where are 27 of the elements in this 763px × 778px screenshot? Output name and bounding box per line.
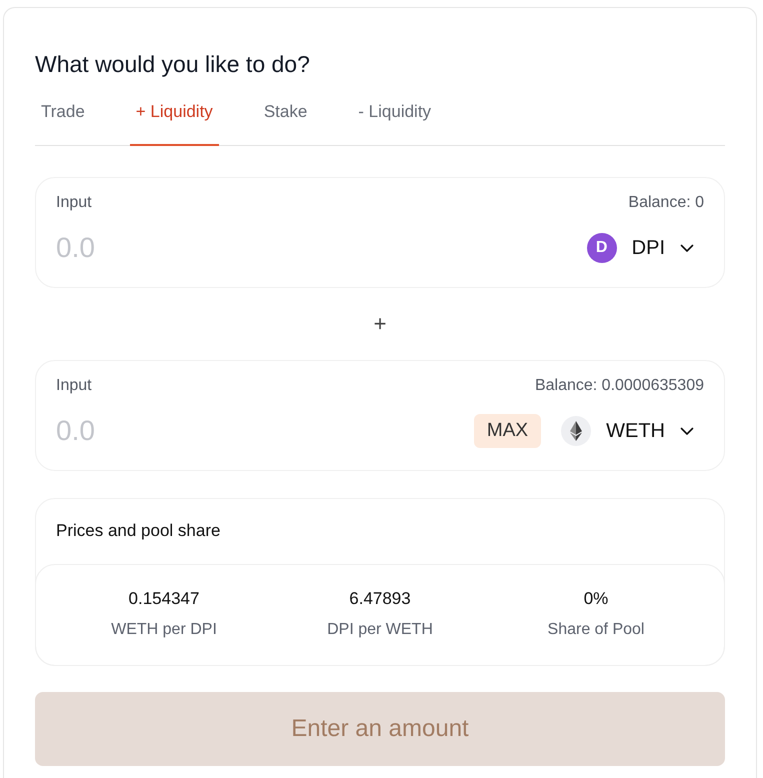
stat-label: WETH per DPI bbox=[111, 620, 217, 640]
max-button[interactable]: MAX bbox=[474, 414, 542, 448]
amount-input[interactable]: 0.0 bbox=[56, 228, 587, 268]
tab[interactable]: Stake bbox=[258, 95, 314, 146]
tab[interactable]: - Liquidity bbox=[352, 95, 438, 146]
stat-label: Share of Pool bbox=[548, 620, 644, 640]
amount-input[interactable]: 0.0 bbox=[56, 411, 474, 451]
input-panel[interactable]: Input Balance: 0 0.0 D DPI bbox=[35, 177, 725, 288]
token-selector[interactable]: WETH bbox=[561, 416, 704, 446]
tab[interactable]: Trade bbox=[35, 95, 91, 146]
stat-value: 6.47893 bbox=[349, 588, 411, 610]
balance-text: Balance: 0.0000635309 bbox=[534, 376, 704, 396]
plus-sign: + bbox=[374, 312, 386, 336]
heading: What would you like to do? bbox=[35, 51, 311, 77]
token-logo: D bbox=[586, 233, 617, 263]
stat-label: DPI per WETH bbox=[327, 620, 433, 640]
token-selector[interactable]: D DPI bbox=[586, 233, 704, 263]
input-label: Input bbox=[56, 376, 92, 396]
balance-text: Balance: 0 bbox=[628, 193, 704, 213]
tab[interactable]: + Liquidity bbox=[130, 95, 219, 146]
stat-value: 0.154347 bbox=[128, 588, 200, 610]
chevron-down-icon bbox=[680, 244, 694, 252]
chevron-down-icon bbox=[680, 426, 694, 436]
stat-value: 0% bbox=[584, 588, 608, 610]
input-panel[interactable]: Input Balance: 0.0000635309 0.0 MAX WETH bbox=[35, 360, 725, 471]
prices-title: Prices and pool share bbox=[55, 520, 222, 542]
input-label: Input bbox=[56, 193, 92, 213]
